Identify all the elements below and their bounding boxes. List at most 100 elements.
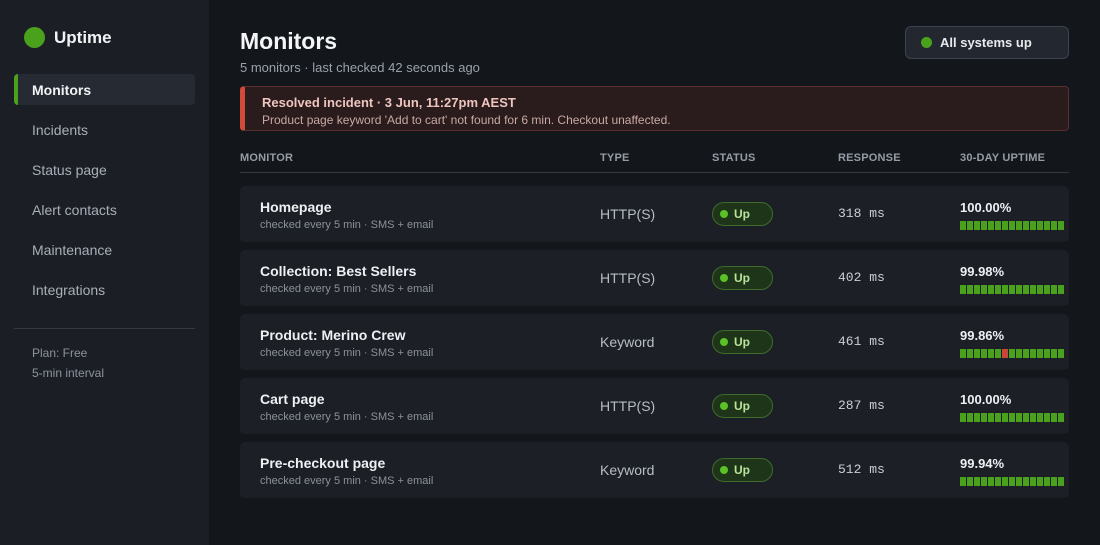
uptime-bar-up <box>1037 285 1043 294</box>
sidebar-item-incidents[interactable]: Incidents <box>14 114 195 145</box>
uptime-bar-up <box>1030 285 1036 294</box>
uptime-percent: 99.98% <box>960 264 1005 279</box>
uptime-bar-up <box>974 285 980 294</box>
monitor-details: checked every 5 min · SMS + email <box>260 411 434 423</box>
uptime-bar-up <box>1030 349 1036 358</box>
uptime-bar-up <box>967 349 973 358</box>
uptime-bar-up <box>960 413 966 422</box>
uptime-bars <box>960 477 1065 486</box>
status-dot-icon <box>24 27 45 48</box>
table-row[interactable]: Cart page checked every 5 min · SMS + em… <box>240 378 1069 434</box>
uptime-bar-up <box>1023 413 1029 422</box>
table-row[interactable]: Pre-checkout page checked every 5 min · … <box>240 442 1069 498</box>
uptime-bar-up <box>1030 221 1036 230</box>
uptime-bar-up <box>1037 477 1043 486</box>
column-header-uptime: 30-DAY UPTIME <box>960 152 1046 164</box>
uptime-bar-up <box>967 221 973 230</box>
uptime-bar-up <box>1016 349 1022 358</box>
uptime-bar-up <box>1058 349 1064 358</box>
monitor-details: checked every 5 min · SMS + email <box>260 475 434 487</box>
uptime-bars <box>960 221 1065 230</box>
uptime-bar-up <box>981 349 987 358</box>
uptime-bars <box>960 413 1065 422</box>
page-subtitle: 5 monitors · last checked 42 seconds ago <box>240 60 480 75</box>
monitor-name: Pre-checkout page <box>260 455 386 471</box>
response-time: 287 ms <box>838 398 885 413</box>
uptime-bar-up <box>1002 221 1008 230</box>
uptime-bar-up <box>981 285 987 294</box>
uptime-bar-up <box>960 285 966 294</box>
uptime-bar-up <box>1044 285 1050 294</box>
status-dot-icon <box>720 402 728 410</box>
sidebar-nav: Monitors Incidents Status page Alert con… <box>14 74 195 314</box>
uptime-bar-up <box>1058 413 1064 422</box>
uptime-bar-up <box>1009 349 1015 358</box>
status-badge: Up <box>712 458 773 482</box>
column-header-status: STATUS <box>712 152 756 164</box>
page-title: Monitors <box>240 28 338 54</box>
uptime-percent: 99.94% <box>960 456 1005 471</box>
system-status-button[interactable]: All systems up <box>905 26 1069 59</box>
status-badge: Up <box>712 330 773 354</box>
uptime-bar-up <box>1016 285 1022 294</box>
uptime-bar-up <box>1023 221 1029 230</box>
uptime-bar-up <box>1044 413 1050 422</box>
table-row[interactable]: Collection: Best Sellers checked every 5… <box>240 250 1069 306</box>
sidebar-item-monitors[interactable]: Monitors <box>14 74 195 105</box>
status-dot-icon <box>720 210 728 218</box>
uptime-percent: 100.00% <box>960 392 1012 407</box>
uptime-bar-up <box>1016 221 1022 230</box>
uptime-bar-up <box>995 413 1001 422</box>
incident-banner[interactable]: Resolved incident · 3 Jun, 11:27pm AEST … <box>240 86 1069 131</box>
incident-title: Resolved incident · 3 Jun, 11:27pm AEST <box>262 95 516 110</box>
uptime-bar-up <box>1044 477 1050 486</box>
status-badge: Up <box>712 394 773 418</box>
sidebar-item-maintenance[interactable]: Maintenance <box>14 234 195 265</box>
status-dot-icon <box>720 466 728 474</box>
monitor-name: Cart page <box>260 391 325 407</box>
uptime-bar-up <box>1044 349 1050 358</box>
table-row[interactable]: Homepage checked every 5 min · SMS + ema… <box>240 186 1069 242</box>
status-label: Up <box>734 463 750 477</box>
uptime-percent: 100.00% <box>960 200 1012 215</box>
uptime-bar-up <box>974 413 980 422</box>
uptime-bars <box>960 285 1065 294</box>
uptime-bar-up <box>1023 477 1029 486</box>
table-row[interactable]: Product: Merino Crew checked every 5 min… <box>240 314 1069 370</box>
uptime-bar-up <box>967 413 973 422</box>
status-dot-icon <box>720 274 728 282</box>
uptime-bar-up <box>1016 413 1022 422</box>
uptime-bar-up <box>1009 413 1015 422</box>
status-badge: Up <box>712 266 773 290</box>
uptime-bar-up <box>1002 477 1008 486</box>
uptime-bar-up <box>1009 221 1015 230</box>
system-status-label: All systems up <box>940 35 1032 50</box>
interval-label: 5-min interval <box>32 366 105 380</box>
uptime-bar-up <box>1037 221 1043 230</box>
monitor-details: checked every 5 min · SMS + email <box>260 283 434 295</box>
sidebar-item-alert-contacts[interactable]: Alert contacts <box>14 194 195 225</box>
sidebar-divider <box>14 328 195 329</box>
uptime-bar-up <box>1016 477 1022 486</box>
uptime-bar-up <box>967 477 973 486</box>
response-time: 402 ms <box>838 270 885 285</box>
uptime-bar-up <box>960 221 966 230</box>
uptime-bar-up <box>1009 477 1015 486</box>
status-badge: Up <box>712 202 773 226</box>
uptime-bar-up <box>1051 221 1057 230</box>
brand[interactable]: Uptime <box>24 27 112 48</box>
uptime-bar-up <box>995 349 1001 358</box>
sidebar-item-integrations[interactable]: Integrations <box>14 274 195 305</box>
sidebar-item-status-page[interactable]: Status page <box>14 154 195 185</box>
uptime-bar-up <box>981 413 987 422</box>
column-header-monitor: MONITOR <box>240 152 294 164</box>
uptime-bar-up <box>960 477 966 486</box>
monitor-type: HTTP(S) <box>600 398 656 414</box>
uptime-bar-up <box>1009 285 1015 294</box>
monitor-name: Homepage <box>260 199 332 215</box>
column-header-response: RESPONSE <box>838 152 901 164</box>
monitor-name: Product: Merino Crew <box>260 327 406 343</box>
uptime-bars <box>960 349 1065 358</box>
uptime-bar-up <box>981 221 987 230</box>
uptime-bar-up <box>1058 285 1064 294</box>
